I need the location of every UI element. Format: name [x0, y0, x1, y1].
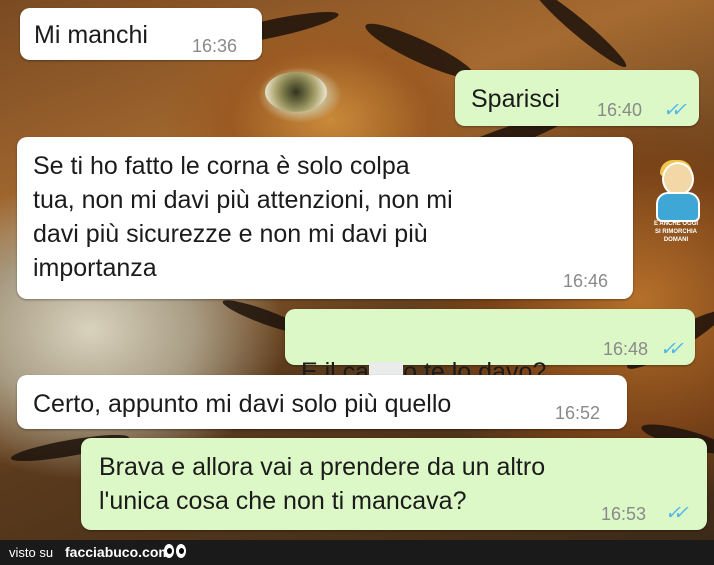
message-text: Se ti ho fatto le corna è solo colpa tua… [33, 152, 453, 282]
watermark-footer: visto su facciabuco.com [0, 540, 714, 565]
message-bubble-incoming[interactable]: Mi manchi 16:36 [20, 8, 262, 60]
message-text: Mi manchi [34, 21, 148, 49]
message-text: Certo, appunto mi davi solo più quello [33, 390, 452, 418]
message-bubble-incoming[interactable]: Se ti ho fatto le corna è solo colpa tua… [17, 137, 633, 299]
message-time: 16:53 [601, 504, 647, 524]
tiger-eye [265, 72, 327, 112]
double-check-icon: ✓✓ [665, 503, 689, 524]
message-bubble-incoming[interactable]: Certo, appunto mi davi solo più quello 1… [17, 375, 627, 429]
message-text: Sparisci [471, 85, 560, 113]
sticker-caption: E ANCHE OGGI SI RIMORCHIA DOMANI [653, 221, 699, 243]
visto-su-label: visto su [9, 545, 54, 560]
eyes-icon [164, 544, 188, 560]
site-link[interactable]: facciabuco.com [65, 544, 171, 560]
message-time: 16:40 [597, 100, 643, 120]
double-check-icon: ✓✓ [660, 339, 684, 360]
message-bubble-outgoing[interactable]: E il ca o te lo davo? 16:48 ✓✓ [285, 309, 695, 386]
double-check-icon: ✓✓ [663, 100, 687, 121]
message-time: 16:52 [555, 403, 601, 423]
message-text: Brava e allora vai a prendere da un altr… [99, 453, 546, 515]
sticker-image: E ANCHE OGGI SI RIMORCHIA DOMANI [650, 160, 702, 243]
message-bubble-outgoing[interactable]: Sparisci 16:40 ✓✓ [455, 70, 699, 126]
message-time: 16:46 [563, 271, 609, 291]
message-time: 16:48 [603, 339, 649, 359]
message-bubble-outgoing[interactable]: Brava e allora vai a prendere da un altr… [81, 438, 707, 530]
message-time: 16:36 [192, 36, 238, 56]
